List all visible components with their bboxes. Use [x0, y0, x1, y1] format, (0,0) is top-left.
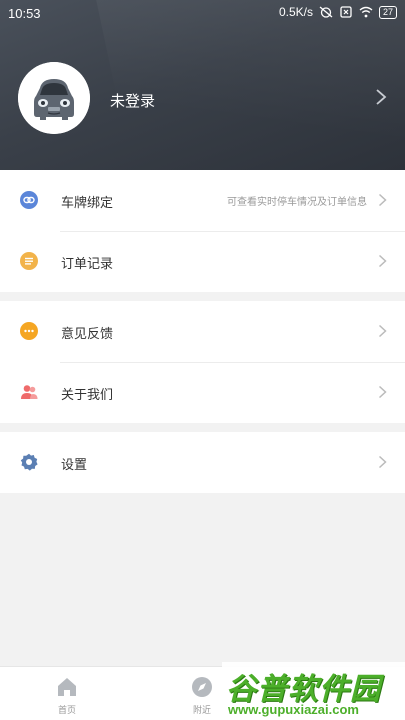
feedback-icon: [20, 322, 38, 340]
chevron-right-icon: [378, 385, 387, 399]
menu-label: 订单记录: [61, 256, 114, 271]
menu-label: 意见反馈: [61, 326, 114, 341]
chevron-right-icon: [378, 324, 387, 338]
menu-item-plate-binding[interactable]: 车牌绑定 可查看实时停车情况及订单信息: [0, 170, 405, 231]
menu-item-order-records[interactable]: 订单记录: [0, 231, 405, 292]
order-list-icon: [20, 252, 38, 270]
status-time: 10:53: [8, 6, 41, 21]
menu-hint: 可查看实时停车情况及订单信息: [227, 197, 367, 208]
chevron-right-icon: [378, 254, 387, 268]
menu-item-feedback[interactable]: 意见反馈: [0, 301, 405, 362]
wifi-icon: [359, 6, 373, 18]
menu-item-about-us[interactable]: 关于我们: [0, 362, 405, 423]
status-bar: 10:53 0.5K/s 27: [0, 0, 405, 28]
avatar[interactable]: [18, 62, 90, 134]
battery-indicator: 27: [378, 5, 397, 19]
alarm-off-icon: [319, 6, 333, 18]
status-icons: 0.5K/s 27: [279, 5, 397, 19]
menu-label: 设置: [61, 457, 88, 472]
tab-label: 首页: [57, 705, 76, 715]
tab-home[interactable]: 首页: [37, 675, 97, 716]
chevron-right-icon[interactable]: [375, 88, 387, 106]
chevron-right-icon: [378, 193, 387, 207]
home-icon: [58, 678, 76, 696]
link-icon: [20, 191, 38, 209]
menu-group-about: 意见反馈 关于我们: [0, 301, 405, 423]
watermark-url: www.gupuxiazai.com: [228, 702, 359, 717]
menu-group-account: 车牌绑定 可查看实时停车情况及订单信息 订单记录: [0, 170, 405, 292]
menu-label: 关于我们: [61, 387, 114, 402]
menu-label: 车牌绑定: [61, 195, 114, 210]
menu-item-settings[interactable]: 设置: [0, 432, 405, 493]
network-speed: 0.5K/s: [278, 5, 313, 19]
car-avatar-icon: [18, 62, 90, 134]
login-entry[interactable]: 未登录: [0, 62, 405, 137]
login-status: 未登录: [110, 93, 156, 110]
profile-header: 10:53 0.5K/s 27 未登录: [0, 0, 405, 170]
watermark: 谷普软件园 www.gupuxiazai.com: [222, 662, 405, 720]
people-icon: [21, 385, 38, 399]
sim-icon: [340, 6, 352, 18]
gear-icon: [20, 453, 38, 471]
chevron-right-icon: [378, 455, 387, 469]
compass-icon: [192, 677, 212, 697]
menu-group-settings: 设置: [0, 432, 405, 493]
